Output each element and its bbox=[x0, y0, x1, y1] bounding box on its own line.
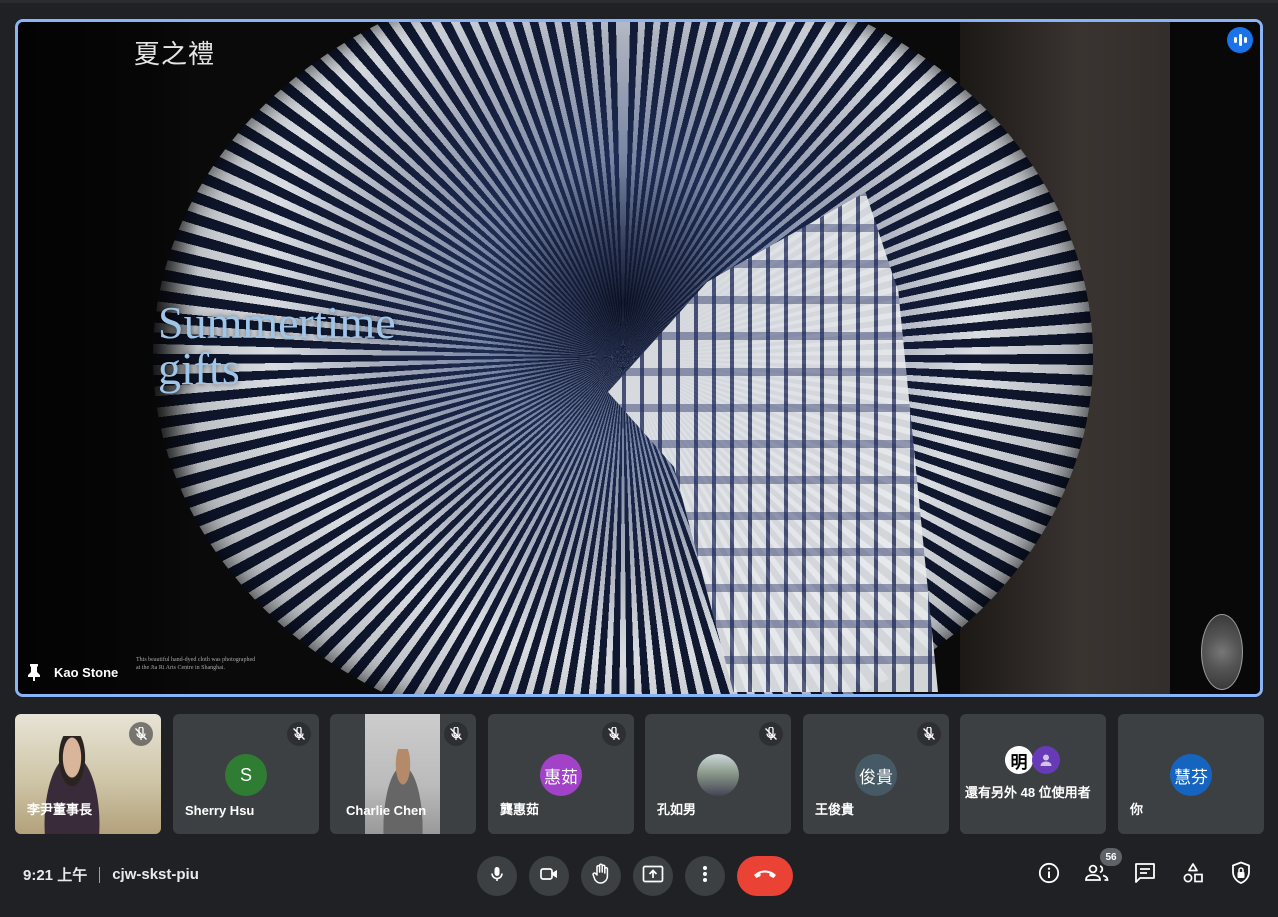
participant-name: 李尹董事長 bbox=[27, 802, 93, 817]
clock: 9:21 上午 bbox=[23, 867, 88, 884]
present-screen-icon bbox=[642, 865, 664, 888]
activities-button[interactable] bbox=[1180, 860, 1206, 890]
shared-slide: 夏之禮 Summertime gifts This beautiful hand… bbox=[18, 22, 1260, 694]
more-participants-label: 還有另外 48 位使用者 bbox=[965, 785, 1091, 800]
call-controls bbox=[477, 856, 793, 896]
avatar: 慧芬 bbox=[1170, 754, 1212, 796]
slide-title-chinese: 夏之禮 bbox=[134, 40, 216, 70]
mic-off-icon bbox=[444, 722, 468, 746]
participant-video-person bbox=[37, 736, 107, 834]
person-icon bbox=[1032, 746, 1060, 774]
participant-tile[interactable]: S Sherry Hsu bbox=[173, 714, 319, 834]
shield-lock-icon bbox=[1230, 861, 1252, 890]
top-divider bbox=[0, 0, 1278, 3]
host-controls-button[interactable] bbox=[1228, 860, 1254, 890]
mic-off-icon bbox=[759, 722, 783, 746]
participant-video-person bbox=[378, 749, 428, 834]
slide-caption: This beautiful hand-dyed cloth was photo… bbox=[136, 657, 256, 671]
meeting-details-button[interactable] bbox=[1036, 860, 1062, 890]
participant-tile[interactable]: 李尹董事長 bbox=[15, 714, 161, 834]
presenter-name: Kao Stone bbox=[54, 664, 119, 680]
slide-title-english: Summertime gifts bbox=[158, 300, 396, 392]
divider bbox=[99, 866, 101, 883]
participant-tile[interactable]: 惠茹 龔惠茹 bbox=[488, 714, 634, 834]
meeting-code: cjw-skst-piu bbox=[112, 866, 199, 883]
present-screen-button[interactable] bbox=[633, 856, 673, 896]
activities-icon bbox=[1182, 862, 1204, 889]
people-icon bbox=[1084, 863, 1110, 888]
pin-icon[interactable] bbox=[26, 662, 42, 682]
participant-name: Charlie Chen bbox=[346, 803, 427, 818]
participant-name: 孔如男 bbox=[657, 802, 697, 817]
camera-icon bbox=[539, 866, 559, 887]
participant-name: 你 bbox=[1130, 802, 1144, 817]
avatar: S bbox=[225, 754, 267, 796]
leave-call-button[interactable] bbox=[737, 856, 793, 896]
participant-name: Sherry Hsu bbox=[185, 803, 255, 818]
raise-hand-button[interactable] bbox=[581, 856, 621, 896]
avatar: 惠茹 bbox=[540, 754, 582, 796]
avatar: 明 bbox=[1005, 746, 1033, 774]
participant-tile[interactable]: 孔如男 bbox=[645, 714, 791, 834]
participant-strip: 李尹董事長 S Sherry Hsu Charlie Chen 惠茹 龔惠茹 孔… bbox=[15, 714, 1264, 834]
participant-tile[interactable]: 俊貴 王俊貴 bbox=[803, 714, 949, 834]
participant-tile[interactable]: Charlie Chen bbox=[330, 714, 476, 834]
seal-stamp bbox=[1201, 614, 1243, 690]
participant-name: 王俊貴 bbox=[815, 802, 855, 817]
slide-title-line-1: Summertime bbox=[158, 297, 396, 348]
more-participants-tile[interactable]: 明 還有另外 48 位使用者 bbox=[960, 714, 1106, 834]
meeting-info: 9:21 上午 cjw-skst-piu bbox=[23, 864, 199, 885]
more-vert-icon bbox=[702, 865, 708, 888]
mic-off-icon bbox=[602, 722, 626, 746]
participant-count-badge: 56 bbox=[1100, 848, 1122, 866]
avatar: 俊貴 bbox=[855, 754, 897, 796]
avatar-photo bbox=[697, 754, 739, 796]
camera-button[interactable] bbox=[529, 856, 569, 896]
mic-off-icon bbox=[917, 722, 941, 746]
slide-black-edge bbox=[1170, 22, 1260, 694]
speaking-indicator-icon bbox=[1227, 27, 1253, 53]
chat-button[interactable] bbox=[1132, 860, 1158, 890]
people-button[interactable]: 56 bbox=[1084, 848, 1122, 890]
participant-name: 龔惠茹 bbox=[500, 802, 540, 817]
side-tools: 56 bbox=[1036, 848, 1254, 890]
microphone-button[interactable] bbox=[477, 856, 517, 896]
call-end-icon bbox=[752, 867, 778, 885]
presenter-label: Kao Stone bbox=[26, 662, 118, 682]
self-tile[interactable]: 慧芬 你 bbox=[1118, 714, 1264, 834]
info-icon bbox=[1038, 862, 1060, 889]
mic-off-icon bbox=[287, 722, 311, 746]
microphone-icon bbox=[488, 865, 506, 888]
more-options-button[interactable] bbox=[685, 856, 725, 896]
chat-icon bbox=[1134, 862, 1156, 889]
hand-icon bbox=[591, 863, 611, 890]
presentation-stage[interactable]: 夏之禮 Summertime gifts This beautiful hand… bbox=[15, 19, 1263, 697]
mic-off-icon bbox=[129, 722, 153, 746]
slide-title-line-2: gifts bbox=[158, 343, 240, 394]
